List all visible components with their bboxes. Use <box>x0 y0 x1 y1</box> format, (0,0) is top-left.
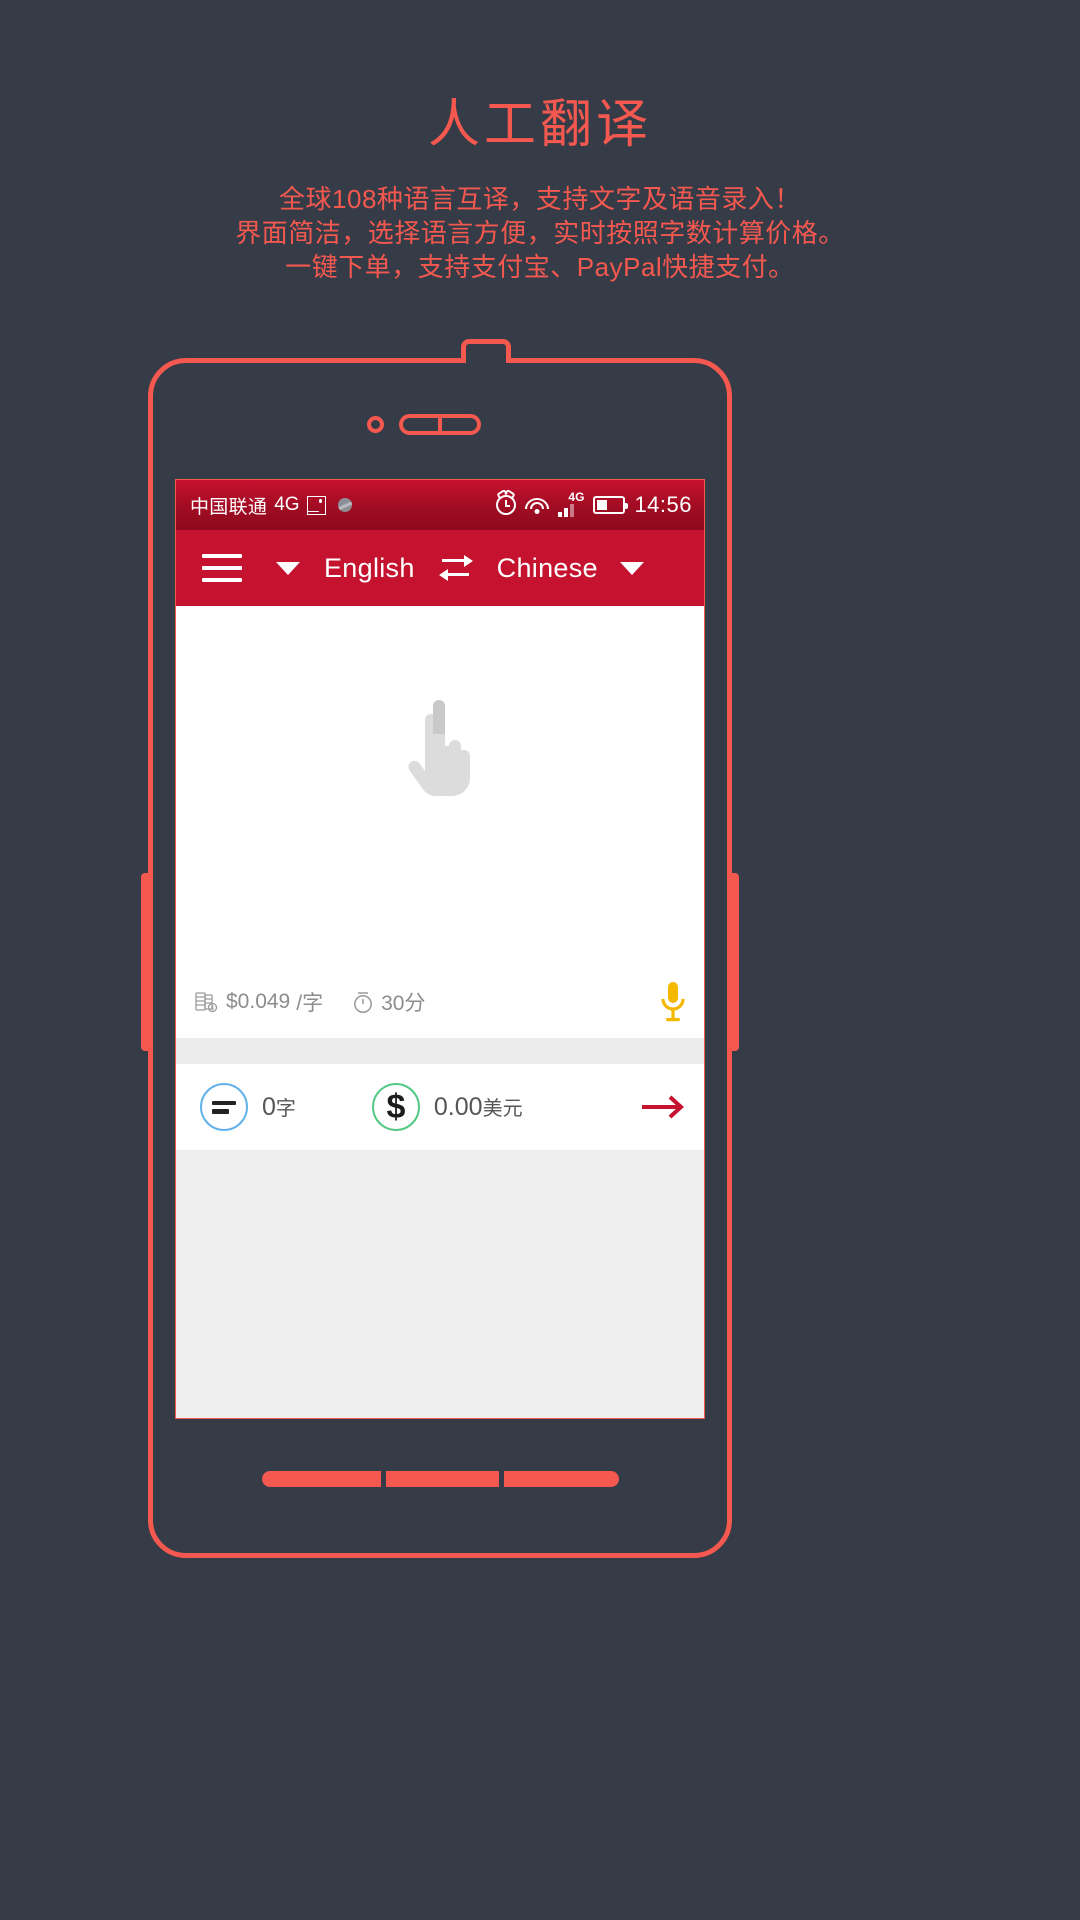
arrow-right-icon[interactable] <box>640 1090 686 1124</box>
source-text-editor[interactable] <box>176 606 704 966</box>
status-bar: 中国联通 4G 4G 14:56 <box>176 480 704 530</box>
promo-page: 人工翻译 全球108种语言互译，支持文字及语音录入！ 界面简洁，选择语言方便，实… <box>0 0 1080 1920</box>
phone-top-nub <box>461 339 511 363</box>
stopwatch-icon <box>354 992 373 1013</box>
rate-info-row: $ $0.049 /字 30分 <box>176 966 704 1038</box>
target-language-label[interactable]: Chinese <box>497 553 598 584</box>
dollar-icon: $ <box>371 1083 420 1131</box>
microphone-icon[interactable] <box>656 980 690 1024</box>
swap-languages-icon[interactable] <box>438 554 473 581</box>
price-unit: 美元 <box>482 1098 523 1120</box>
phone-camera-dot <box>367 416 384 433</box>
page-title: 人工翻译 <box>427 96 652 154</box>
order-summary-row: 0字 $ 0.00美元 <box>176 1064 704 1150</box>
promo-line-1: 全球108种语言互译，支持文字及语音录入！ <box>279 184 801 214</box>
rate-unit: /字 <box>296 992 324 1015</box>
phone-nav-buttons <box>262 1471 619 1487</box>
screenshot-icon <box>306 495 326 515</box>
word-count-unit: 字 <box>275 1098 296 1120</box>
sync-icon <box>337 498 352 512</box>
carrier-label: 中国联通 <box>190 496 268 518</box>
clock-label: 14:56 <box>634 492 692 517</box>
word-count-text: 0字 <box>262 1092 296 1122</box>
phone-right-button <box>731 873 739 1051</box>
eta-info: 30分 <box>351 987 425 1017</box>
rate-value: $0.049 <box>226 990 291 1013</box>
empty-results-area <box>176 1150 704 1418</box>
phone-screen: 中国联通 4G 4G 14:56 English Chinese $ $0.04… <box>175 479 705 1419</box>
app-toolbar: English Chinese <box>176 530 704 606</box>
price-chip: $ 0.00美元 <box>371 1083 523 1131</box>
network-label: 4G <box>274 494 300 515</box>
rate-info: $ $0.049 /字 <box>194 987 323 1017</box>
coins-icon: $ <box>195 992 218 1013</box>
hamburger-icon[interactable] <box>202 554 242 582</box>
price-text: 0.00美元 <box>434 1092 523 1122</box>
source-language-chevron-down-icon[interactable] <box>276 561 300 575</box>
alarm-icon <box>496 495 517 515</box>
word-count-value: 0 <box>262 1093 276 1121</box>
section-divider <box>176 1038 704 1064</box>
word-count-chip: 0字 <box>200 1083 296 1131</box>
tap-hand-icon <box>408 700 470 796</box>
wifi-icon <box>525 496 550 514</box>
price-value: 0.00 <box>433 1093 483 1121</box>
signal-tag: 4G <box>568 490 585 504</box>
phone-left-button <box>141 873 149 1051</box>
target-language-chevron-down-icon[interactable] <box>619 561 644 575</box>
promo-line-2: 界面简洁，选择语言方便，实时按照字数计算价格。 <box>235 218 845 248</box>
signal-icon: 4G <box>558 490 585 517</box>
eta-value: 30分 <box>381 992 426 1015</box>
source-language-label[interactable]: English <box>324 553 415 584</box>
promo-description: 全球108种语言互译，支持文字及语音录入！ 界面简洁，选择语言方便，实时按照字数… <box>0 182 1080 284</box>
phone-earpiece <box>399 414 481 435</box>
battery-icon <box>593 496 629 514</box>
promo-line-3: 一键下单，支持支付宝、PayPal快捷支付。 <box>285 252 795 282</box>
equals-icon <box>200 1083 248 1131</box>
